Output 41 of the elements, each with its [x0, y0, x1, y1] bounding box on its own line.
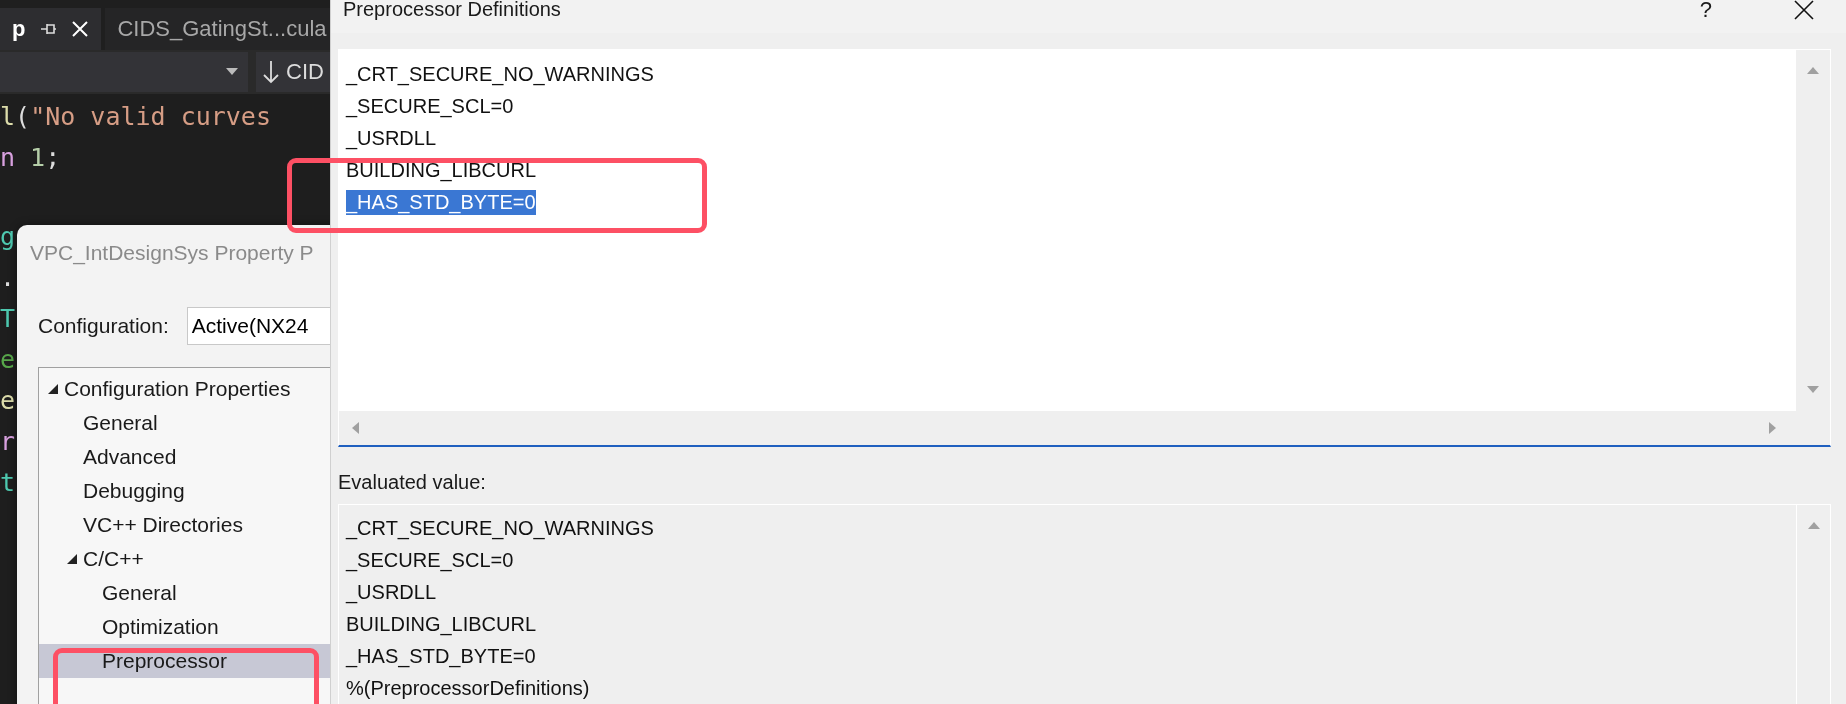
- evaluated-line: _HAS_STD_BYTE=0: [346, 643, 536, 669]
- evaluated-label: Evaluated value:: [338, 471, 487, 494]
- tree-item[interactable]: General: [39, 406, 330, 440]
- configuration-combo[interactable]: Active(NX24: [186, 307, 330, 345]
- tree-item[interactable]: General: [39, 576, 330, 610]
- tree-item[interactable]: C/C++: [39, 542, 330, 576]
- close-icon[interactable]: [1793, 0, 1815, 21]
- tree-item[interactable]: VC++ Directories: [39, 508, 330, 542]
- evaluated-line: BUILDING_LIBCURL: [346, 611, 537, 637]
- definition-line: _CRT_SECURE_NO_WARNINGS: [346, 61, 654, 87]
- tree-item[interactable]: Configuration Properties: [39, 372, 330, 406]
- code-line: e: [0, 385, 16, 417]
- configuration-label: Configuration:: [38, 314, 169, 338]
- caret-icon: [226, 68, 239, 76]
- code-line: l("No valid curves: [0, 101, 271, 133]
- arrow-down-icon: [262, 60, 281, 84]
- evaluated-line: _CRT_SECURE_NO_WARNINGS: [346, 515, 654, 541]
- code-line: .: [0, 262, 16, 294]
- code-line: t: [0, 467, 16, 499]
- evaluated-line: %(PreprocessorDefinitions): [346, 675, 590, 701]
- code-line: T: [0, 303, 16, 335]
- dialog-title: VPC_IntDesignSys Property P: [29, 240, 315, 265]
- expand-triangle-icon[interactable]: [66, 553, 78, 565]
- evaluated-line: _USRDLL: [346, 579, 437, 605]
- code-line: g: [0, 221, 16, 253]
- help-button[interactable]: ?: [1699, 0, 1712, 23]
- tree-item[interactable]: Debugging: [39, 474, 330, 508]
- evaluated-line: _SECURE_SCL=0: [346, 547, 514, 573]
- definition-line: BUILDING_LIBCURL: [346, 157, 537, 183]
- expand-triangle-icon[interactable]: [47, 383, 59, 395]
- definition-line: _SECURE_SCL=0: [346, 93, 514, 119]
- editor-tab[interactable]: p: [0, 8, 102, 50]
- dialog-title: Preprocessor Definitions: [343, 0, 562, 22]
- jump-button[interactable]: CID: [256, 52, 330, 92]
- tree-item[interactable]: Advanced: [39, 440, 330, 474]
- tree-item[interactable]: Optimization: [39, 610, 330, 644]
- code-line: e: [0, 344, 16, 376]
- code-line: n 1;: [0, 142, 61, 174]
- editor-tab[interactable]: CIDS_GatingSt...cula: [105, 8, 330, 50]
- definition-line: _USRDLL: [346, 125, 437, 151]
- code-line: r: [0, 426, 16, 458]
